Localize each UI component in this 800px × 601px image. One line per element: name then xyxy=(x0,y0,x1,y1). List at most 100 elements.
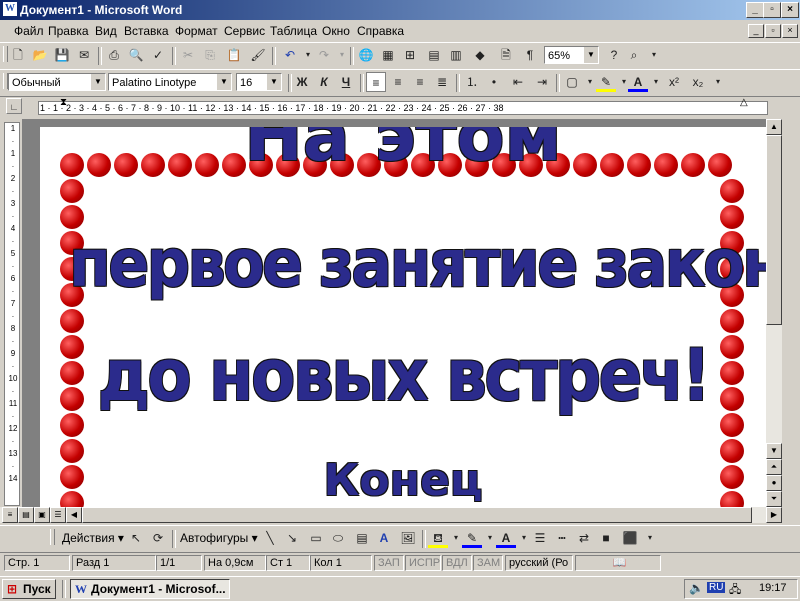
status-ovr[interactable]: ЗАМ xyxy=(473,555,503,571)
chevron-down-icon[interactable]: ▼ xyxy=(583,47,598,63)
numbering-icon[interactable]: ⒈ xyxy=(462,72,482,92)
dash-style-icon[interactable]: ┅ xyxy=(552,528,572,548)
redo-dropdown-icon[interactable]: ▾ xyxy=(332,45,352,65)
text-box-icon[interactable]: ▤ xyxy=(352,528,372,548)
menu-edit[interactable]: Правка xyxy=(48,24,89,38)
scroll-down-icon[interactable]: ▼ xyxy=(766,443,782,459)
menu-format[interactable]: Формат xyxy=(175,24,218,38)
arrow-style-icon[interactable]: ⇄ xyxy=(574,528,594,548)
columns-icon[interactable]: ▥ xyxy=(446,45,466,65)
status-rec[interactable]: ЗАП xyxy=(374,555,404,571)
maximize-button[interactable]: ▫ xyxy=(763,2,781,18)
drawing-icon[interactable]: ◆ xyxy=(470,45,490,65)
scroll-up-icon[interactable]: ▲ xyxy=(766,119,782,135)
start-button[interactable]: ⊞ Пуск xyxy=(2,579,56,599)
line-color-icon[interactable]: ✎ xyxy=(462,528,482,548)
menu-insert[interactable]: Вставка xyxy=(124,24,169,38)
font-combo[interactable]: Palatino Linotype ▼ xyxy=(108,73,232,91)
copy-icon[interactable]: ⎘ xyxy=(200,45,220,65)
doc-close-button[interactable]: × xyxy=(782,24,798,38)
toolbar-options-icon[interactable]: ▾ xyxy=(644,45,664,65)
speaker-icon[interactable]: 🔈 xyxy=(689,581,704,595)
chevron-down-icon[interactable]: ▼ xyxy=(266,74,281,90)
network-icon[interactable]: 🖧 xyxy=(729,581,741,600)
clock[interactable]: 19:17 xyxy=(759,582,787,594)
normal-view-icon[interactable]: ≡ xyxy=(2,507,18,523)
insert-table-icon[interactable]: ⊞ xyxy=(400,45,420,65)
select-browse-object-icon[interactable]: ● xyxy=(766,475,782,491)
language-indicator[interactable]: RU xyxy=(707,582,726,593)
format-painter-icon[interactable]: 🖌 xyxy=(248,45,268,65)
outline-view-icon[interactable]: ☰ xyxy=(50,507,66,523)
horizontal-scrollbar[interactable]: ≡ ▤ ▣ ☰ ◀ ▶ xyxy=(0,507,782,523)
increase-indent-icon[interactable]: ⇥ xyxy=(532,72,552,92)
minimize-button[interactable]: _ xyxy=(746,2,764,18)
chevron-down-icon[interactable]: ▼ xyxy=(90,74,105,90)
3d-icon[interactable]: ⬛ xyxy=(620,528,640,548)
menu-window[interactable]: Окно xyxy=(322,24,350,38)
font-color-icon[interactable]: A xyxy=(628,72,648,92)
print-layout-icon[interactable]: ▣ xyxy=(34,507,50,523)
next-page-icon[interactable]: ⏷ xyxy=(766,491,782,507)
style-combo[interactable]: Обычный ▼ xyxy=(8,73,106,91)
autoshapes-menu[interactable]: Автофигуры ▾ xyxy=(180,531,258,545)
superscript-icon[interactable]: x² xyxy=(664,72,684,92)
chevron-down-icon[interactable]: ▼ xyxy=(216,74,231,90)
menu-file[interactable]: Файл xyxy=(14,24,44,38)
menu-help[interactable]: Справка xyxy=(357,24,404,38)
hyperlink-icon[interactable]: 🌐 xyxy=(356,45,376,65)
menu-view[interactable]: Вид xyxy=(95,24,117,38)
status-language[interactable]: русский (Ро xyxy=(505,555,573,571)
indent-marker-icon[interactable]: ⧗ xyxy=(60,97,67,108)
right-indent-icon[interactable]: △ xyxy=(740,97,748,108)
font-size-combo[interactable]: 16 ▼ xyxy=(236,73,282,91)
show-hide-icon[interactable]: ¶ xyxy=(520,45,540,65)
spelling-icon[interactable]: ✓ xyxy=(148,45,168,65)
save-icon[interactable]: 💾 xyxy=(52,45,72,65)
undo-icon[interactable]: ↶ xyxy=(280,45,300,65)
scroll-thumb[interactable] xyxy=(766,135,782,325)
oval-icon[interactable]: ⬭ xyxy=(328,528,348,548)
decrease-indent-icon[interactable]: ⇤ xyxy=(508,72,528,92)
document-page[interactable]: На этом первое занятие закончено, до нов… xyxy=(40,127,766,507)
tab-selector-icon[interactable]: ∟ xyxy=(6,98,22,114)
status-ext[interactable]: ВДЛ xyxy=(442,555,472,571)
arrow-icon[interactable]: ↘ xyxy=(282,528,302,548)
toolbar-options-icon[interactable]: ▾ xyxy=(640,528,660,548)
wordart-icon[interactable]: A xyxy=(374,528,394,548)
scroll-right-icon[interactable]: ▶ xyxy=(766,507,782,523)
new-document-icon[interactable]: 🗋 xyxy=(8,45,28,65)
paste-icon[interactable]: 📋 xyxy=(224,45,244,65)
tables-borders-icon[interactable]: ▦ xyxy=(378,45,398,65)
find-binoculars-icon[interactable]: ⌕ xyxy=(624,45,644,65)
justify-icon[interactable]: ≣ xyxy=(432,72,452,92)
bold-button[interactable]: Ж xyxy=(292,72,312,92)
redo-icon[interactable]: ↷ xyxy=(314,45,334,65)
bullets-icon[interactable]: • xyxy=(484,72,504,92)
line-icon[interactable]: ╲ xyxy=(260,528,280,548)
print-preview-icon[interactable]: 🔍 xyxy=(126,45,146,65)
fill-color-icon[interactable]: ⛾ xyxy=(428,528,448,548)
line-style-icon[interactable]: ☰ xyxy=(530,528,550,548)
document-map-icon[interactable]: 🗎 xyxy=(496,45,516,65)
toolbar-options-icon[interactable]: ▾ xyxy=(708,72,728,92)
spelling-status-icon[interactable]: 📖 xyxy=(575,555,661,571)
taskbar-document-button[interactable]: W Документ1 - Microsof... xyxy=(70,579,230,599)
zoom-combo[interactable]: 65% ▼ xyxy=(544,46,599,64)
align-center-icon[interactable]: ≡ xyxy=(388,72,408,92)
word-app-icon[interactable]: W xyxy=(3,2,17,16)
open-folder-icon[interactable]: 📂 xyxy=(30,45,50,65)
close-button[interactable]: × xyxy=(781,2,799,18)
doc-restore-button[interactable]: ▫ xyxy=(765,24,781,38)
clipart-icon[interactable]: 🖼 xyxy=(398,528,418,548)
insert-excel-icon[interactable]: ▤ xyxy=(424,45,444,65)
cut-icon[interactable]: ✂ xyxy=(178,45,198,65)
vertical-scrollbar[interactable]: ▲ ▼ ⏶ ● ⏷ xyxy=(766,119,782,507)
select-arrow-icon[interactable]: ↖ xyxy=(126,528,146,548)
help-icon[interactable]: ? xyxy=(604,45,624,65)
print-icon[interactable]: ⎙ xyxy=(104,45,124,65)
menu-tools[interactable]: Сервис xyxy=(224,24,265,38)
rectangle-icon[interactable]: ▭ xyxy=(306,528,326,548)
horizontal-scroll-thumb[interactable] xyxy=(82,507,752,523)
status-trk[interactable]: ИСПР xyxy=(405,555,441,571)
